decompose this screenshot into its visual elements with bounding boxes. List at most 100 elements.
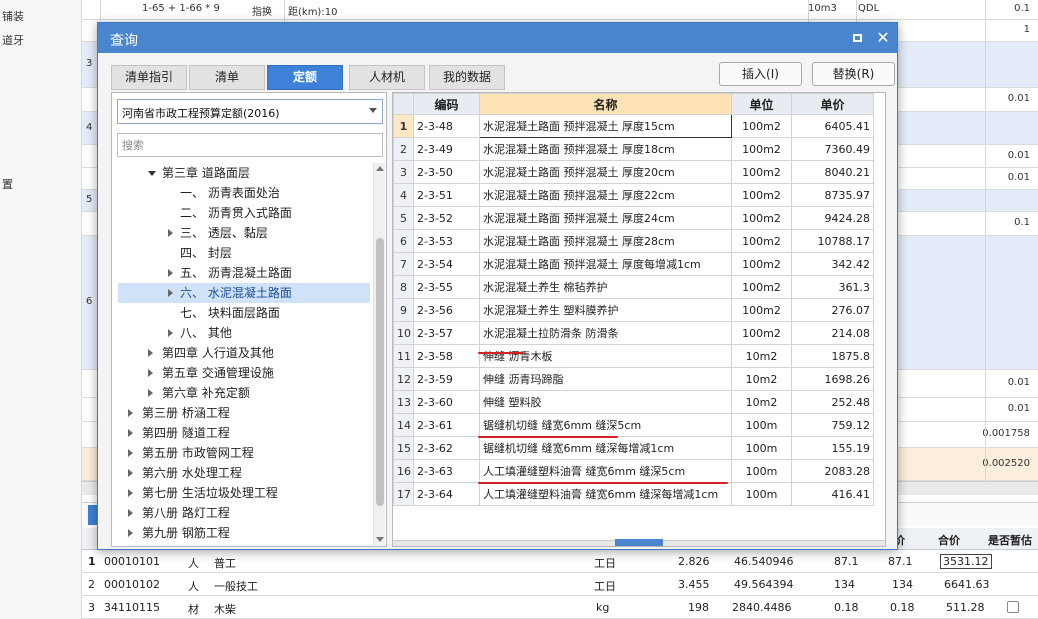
tree-node[interactable]: 第五册 市政管网工程 <box>118 443 370 463</box>
tree-node[interactable]: 第七册 生活垃圾处理工程 <box>118 483 370 503</box>
tree-node[interactable]: 五、 沥青混凝土路面 <box>118 263 370 283</box>
tree-node[interactable]: 第三章 道路面层 <box>118 163 370 183</box>
chevron-right-icon[interactable] <box>128 429 133 437</box>
resource-total[interactable]: 3531.12 <box>940 554 992 569</box>
header-name[interactable]: 名称 <box>479 93 732 115</box>
table-row[interactable]: 3 2-3-50 水泥混凝土路面 预拌混凝土 厚度20cm 100m2 8040.21 <box>393 160 874 184</box>
chevron-right-icon[interactable] <box>168 229 173 237</box>
tree-node[interactable]: 第五章 交通管理设施 <box>118 363 370 383</box>
tree-node[interactable]: 一、 沥青表面处治 <box>118 183 370 203</box>
resource-market-price: 134 <box>834 578 855 591</box>
splitter-grip[interactable] <box>615 539 663 546</box>
background-row-formula: QDL <box>858 3 880 14</box>
left-nav-label-curb[interactable]: 道牙 <box>2 32 24 48</box>
quota-price: 361.3 <box>791 275 874 299</box>
chevron-right-icon[interactable] <box>168 329 173 337</box>
table-row[interactable]: 11 2-3-58 伸缝 沥青木板 10m2 1875.8 <box>393 344 874 368</box>
tree-node[interactable]: 八、 其他 <box>118 323 370 343</box>
chevron-right-icon[interactable] <box>128 529 133 537</box>
tree-vertical-scrollbar[interactable] <box>373 163 385 545</box>
resource-row[interactable]: 1 00010101 人 普工 工日 2.826 46.540946 87.1 … <box>82 551 1038 573</box>
tab-bill[interactable]: 清单 <box>189 65 265 90</box>
tab-labor-material-machine[interactable]: 人材机 <box>349 65 425 90</box>
table-row[interactable]: 13 2-3-60 伸缝 塑料胶 10m2 252.48 <box>393 390 874 414</box>
scroll-down-icon[interactable] <box>376 537 384 542</box>
chevron-right-icon[interactable] <box>128 469 133 477</box>
tree-node-label: 第五章 交通管理设施 <box>162 366 274 380</box>
chevron-down-icon[interactable] <box>369 108 377 113</box>
table-row[interactable]: 8 2-3-55 水泥混凝土养生 棉毡养护 100m2 361.3 <box>393 275 874 299</box>
insert-button[interactable]: 插入(I) <box>719 62 802 86</box>
quota-price: 416.41 <box>791 482 874 506</box>
chevron-right-icon[interactable] <box>168 269 173 277</box>
table-row[interactable]: 16 2-3-63 人工填灌缝塑料油膏 缝宽6mm 缝深5cm 100m 2083.28 <box>393 459 874 483</box>
tab-my-data[interactable]: 我的数据 <box>429 65 505 90</box>
quota-price: 342.42 <box>791 252 874 276</box>
header-price[interactable]: 单价 <box>791 93 874 115</box>
resource-row[interactable]: 3 34110115 材 木柴 kg 198 2840.4486 0.18 0.… <box>82 597 1038 619</box>
resource-qty: 3.455 <box>678 578 710 591</box>
tree-node[interactable]: 四、 封层 <box>118 243 370 263</box>
tree-node[interactable]: 二、 沥青贯入式路面 <box>118 203 370 223</box>
restore-icon[interactable] <box>848 29 866 47</box>
resource-price: 49.564394 <box>734 578 794 591</box>
table-row[interactable]: 14 2-3-61 锯缝机切缝 缝宽6mm 缝深5cm 100m 759.12 <box>393 413 874 437</box>
tree-node[interactable]: 第三册 桥涵工程 <box>118 403 370 423</box>
scroll-thumb[interactable] <box>376 238 384 506</box>
chevron-down-icon[interactable] <box>148 171 156 176</box>
tree-node-label: 二、 沥青贯入式路面 <box>180 206 292 220</box>
table-row[interactable]: 9 2-3-56 水泥混凝土养生 塑料膜养护 100m2 276.07 <box>393 298 874 322</box>
tab-quota[interactable]: 定额 <box>267 65 343 90</box>
chevron-right-icon[interactable] <box>148 349 153 357</box>
tab-bill-guide[interactable]: 清单指引 <box>111 65 187 90</box>
table-row[interactable]: 17 2-3-64 人工填灌缝塑料油膏 缝宽6mm 缝深每增减1cm 100m 416.… <box>393 482 874 506</box>
table-row[interactable]: 7 2-3-54 水泥混凝土路面 预拌混凝土 厚度每增减1cm 100m2 342.42 <box>393 252 874 276</box>
tree-node[interactable]: 第四册 隧道工程 <box>118 423 370 443</box>
background-row[interactable] <box>82 0 1038 20</box>
provisional-checkbox[interactable] <box>1007 601 1019 613</box>
left-nav-label-paving[interactable]: 铺装 <box>2 8 24 24</box>
table-row[interactable]: 6 2-3-53 水泥混凝土路面 预拌混凝土 厚度28cm 100m2 10788.17 <box>393 229 874 253</box>
chevron-right-icon[interactable] <box>128 509 133 517</box>
table-row[interactable]: 2 2-3-49 水泥混凝土路面 预拌混凝土 厚度18cm 100m2 7360.49 <box>393 137 874 161</box>
chevron-right-icon[interactable] <box>128 449 133 457</box>
tree-node[interactable]: 第十册 拆除工程 <box>118 543 370 545</box>
chevron-right-icon[interactable] <box>148 389 153 397</box>
table-row[interactable]: 1 2-3-48 水泥混凝土路面 预拌混凝土 厚度15cm 100m2 6405.41 <box>393 114 874 138</box>
tree-node-label: 第七册 生活垃圾处理工程 <box>142 486 278 500</box>
tree-node[interactable]: 第八册 路灯工程 <box>118 503 370 523</box>
chevron-right-icon[interactable] <box>148 369 153 377</box>
quota-code: 2-3-49 <box>413 137 480 161</box>
chevron-right-icon[interactable] <box>128 489 133 497</box>
quota-table-panel: 编码 名称 单位 单价 1 2-3-48 水泥混凝土路面 预拌混凝土 厚度15cm 1… <box>392 92 886 547</box>
quota-library-select[interactable]: 河南省市政工程预算定额(2016) <box>117 99 383 124</box>
tree-node-label: 第四章 人行道及其他 <box>162 346 274 360</box>
tree-node[interactable]: 第六章 补充定额 <box>118 383 370 403</box>
table-row[interactable]: 10 2-3-57 水泥混凝土拉防滑条 防滑条 100m2 214.08 <box>393 321 874 345</box>
resource-row[interactable]: 2 00010102 人 一般技工 工日 3.455 49.564394 134… <box>82 574 1038 596</box>
tree-node[interactable]: 第九册 钢筋工程 <box>118 523 370 543</box>
table-row[interactable]: 12 2-3-59 伸缝 沥青玛蹄脂 10m2 1698.26 <box>393 367 874 391</box>
dialog-titlebar[interactable]: 查询 ✕ <box>98 23 897 53</box>
resource-code: 00010102 <box>104 578 160 591</box>
tree-node[interactable]: 六、 水泥混凝土路面 <box>118 283 370 303</box>
dialog-title: 查询 <box>110 33 138 49</box>
search-input[interactable] <box>117 133 383 157</box>
tree-node[interactable]: 第四章 人行道及其他 <box>118 343 370 363</box>
header-unit[interactable]: 单位 <box>731 93 792 115</box>
table-row[interactable]: 4 2-3-51 水泥混凝土路面 预拌混凝土 厚度22cm 100m2 8735.97 <box>393 183 874 207</box>
close-icon[interactable]: ✕ <box>874 29 892 47</box>
tree-node[interactable]: 三、 透层、黏层 <box>118 223 370 243</box>
chevron-right-icon[interactable] <box>128 409 133 417</box>
tree-node[interactable]: 第六册 水处理工程 <box>118 463 370 483</box>
chevron-right-icon[interactable] <box>168 289 173 297</box>
table-row[interactable]: 15 2-3-62 锯缝机切缝 缝宽6mm 缝深每增减1cm 100m 155.19 <box>393 436 874 460</box>
left-nav-label-other[interactable]: 置 <box>2 176 13 192</box>
scroll-up-icon[interactable] <box>376 166 384 171</box>
replace-button[interactable]: 替换(R) <box>812 62 895 86</box>
table-row[interactable]: 5 2-3-52 水泥混凝土路面 预拌混凝土 厚度24cm 100m2 9424.28 <box>393 206 874 230</box>
header-rownum <box>393 93 414 115</box>
tree-node[interactable]: 七、 块料面层路面 <box>118 303 370 323</box>
quota-price: 8735.97 <box>791 183 874 207</box>
header-code[interactable]: 编码 <box>413 93 480 115</box>
